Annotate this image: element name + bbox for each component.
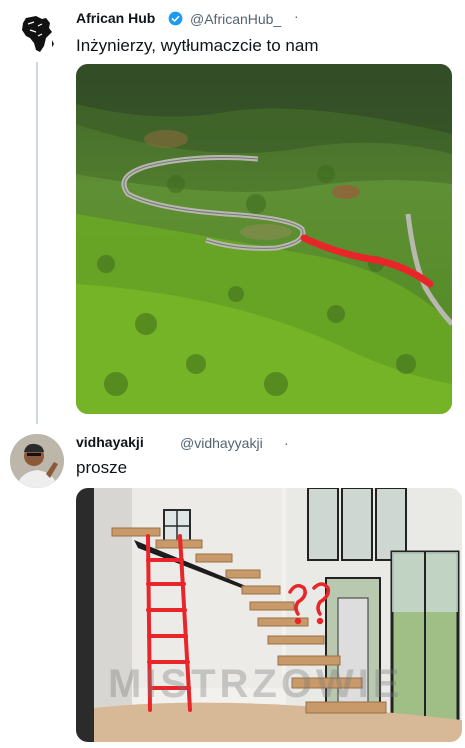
verified-badge-icon	[168, 11, 183, 26]
man-portrait-avatar	[10, 434, 64, 488]
avatar-vidhayakji[interactable]	[10, 434, 64, 488]
more-dot: ·	[294, 8, 299, 24]
tweet-1: African Hub @AfricanHub_ · Inżynierzy, w…	[0, 0, 465, 424]
africa-map-icon	[22, 16, 54, 52]
author-name[interactable]: African Hub	[76, 10, 155, 26]
author-name[interactable]: vidhayakji	[76, 434, 144, 450]
more-dot: ·	[284, 435, 289, 451]
aerial-photo-winding-road	[76, 64, 452, 414]
tweet-text: Inżynierzy, wytłumaczcie to nam	[76, 36, 319, 55]
watermark-text: MISTRZOWIE	[108, 662, 404, 706]
thread-connector-line	[36, 62, 38, 424]
avatar-african-hub[interactable]	[12, 10, 60, 58]
tweet-media-image[interactable]	[76, 64, 452, 414]
author-handle[interactable]: @vidhayyakji	[180, 435, 263, 451]
author-handle[interactable]: @AfricanHub_	[190, 11, 281, 27]
tweet-text: prosze	[76, 458, 128, 477]
